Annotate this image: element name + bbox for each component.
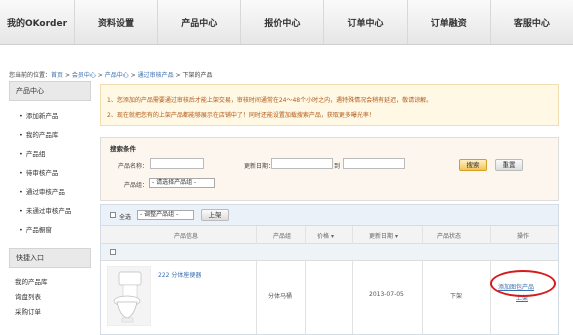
column-divider bbox=[352, 226, 353, 334]
notice-line-2: 2、现在就把您有的上架产品都能够展示在店铺中了！同时还能设置加载搜索产品，获取更… bbox=[107, 112, 375, 119]
product-group-select[interactable]: - 请选择产品组 - bbox=[149, 178, 215, 188]
update-date-label: 更新日期： bbox=[244, 163, 275, 170]
breadcrumb-current: 下架的产品 bbox=[182, 72, 213, 79]
search-panel: 搜索条件 产品名称： 更新日期： 到 产品组： - 请选择产品组 - 搜索 重置 bbox=[100, 137, 559, 201]
column-divider bbox=[305, 226, 306, 334]
date-to-label: 到 bbox=[334, 163, 341, 170]
sidebar-header: 产品中心 bbox=[9, 81, 91, 101]
product-group-label: 产品组： bbox=[124, 182, 149, 189]
sidebar-item-my-products[interactable]: 我的产品库 bbox=[19, 126, 91, 145]
toilet-product-image[interactable] bbox=[107, 266, 151, 326]
col-price[interactable]: 价格 ▾ bbox=[317, 231, 334, 240]
row-product-group: 分体马桶 bbox=[268, 293, 293, 300]
sidebar-item-rejected[interactable]: 未通过审核产品 bbox=[19, 202, 91, 221]
col-price-label: 价格 bbox=[317, 233, 330, 240]
sidebar-item-approved[interactable]: 通过审核产品 bbox=[19, 183, 91, 202]
product-name-label: 产品名称： bbox=[118, 163, 149, 170]
breadcrumb-member[interactable]: 会员中心 bbox=[72, 72, 96, 79]
sidebar-item-pending[interactable]: 待审核产品 bbox=[19, 164, 91, 183]
table-row-placeholder bbox=[101, 244, 558, 261]
row-checkbox[interactable] bbox=[110, 249, 116, 255]
quick-link-purchase-orders[interactable]: 采购订单 bbox=[15, 306, 91, 321]
nav-quote-center[interactable]: 报价中心 bbox=[241, 0, 325, 44]
nav-profile-settings[interactable]: 资料设置 bbox=[75, 0, 159, 44]
breadcrumb: 您当前的位置：首页 > 会员中心 > 产品中心 > 通过审核产品 > 下架的产品 bbox=[9, 72, 213, 79]
sidebar-item-product-groups[interactable]: 产品组 bbox=[19, 145, 91, 164]
results-table: 全选 - 调整产品组 - 上架 产品信息 产品组 价格 ▾ 更新日期 ▾ 产品状… bbox=[100, 204, 559, 335]
highlight-circle bbox=[490, 270, 556, 297]
nav-service-center[interactable]: 客服中心 bbox=[491, 0, 573, 44]
product-group-select-value: - 请选择产品组 - bbox=[152, 179, 197, 186]
search-title: 搜索条件 bbox=[110, 145, 136, 153]
breadcrumb-products[interactable]: 产品中心 bbox=[105, 72, 129, 79]
nav-my-okorder[interactable]: 我的OKorder bbox=[0, 0, 75, 44]
adjust-group-select[interactable]: - 调整产品组 - bbox=[137, 210, 194, 220]
sidebar: 产品中心 添加新产品 我的产品库 产品组 待审核产品 通过审核产品 未通过审核产… bbox=[9, 81, 91, 321]
nav-order-center[interactable]: 订单中心 bbox=[324, 0, 408, 44]
select-all-checkbox[interactable] bbox=[110, 212, 116, 218]
sidebar-item-showcase[interactable]: 产品橱窗 bbox=[19, 221, 91, 240]
col-product-info: 产品信息 bbox=[174, 233, 199, 240]
column-divider bbox=[256, 226, 257, 334]
date-from-input[interactable] bbox=[271, 158, 333, 169]
sidebar-item-add-product[interactable]: 添加新产品 bbox=[19, 107, 91, 126]
quick-links-header: 快捷入口 bbox=[9, 248, 91, 268]
results-toolbar: 全选 - 调整产品组 - 上架 bbox=[101, 205, 558, 226]
col-product-group: 产品组 bbox=[273, 233, 292, 240]
adjust-group-select-value: - 调整产品组 - bbox=[140, 211, 179, 218]
col-action: 操作 bbox=[517, 233, 530, 240]
reset-button[interactable]: 重置 bbox=[495, 159, 523, 171]
quick-link-my-products[interactable]: 我的产品库 bbox=[15, 276, 91, 291]
col-update-date[interactable]: 更新日期 ▾ bbox=[369, 231, 398, 240]
sort-down-icon: ▾ bbox=[330, 233, 334, 240]
sidebar-menu: 添加新产品 我的产品库 产品组 待审核产品 通过审核产品 未通过审核产品 产品橱… bbox=[9, 101, 91, 240]
product-name-link[interactable]: 222 分体座便器 bbox=[158, 270, 201, 279]
sort-down-icon: ▾ bbox=[394, 233, 398, 240]
row-update-date: 2013-07-05 bbox=[369, 291, 404, 298]
select-all-label: 全选 bbox=[119, 214, 132, 221]
date-to-input[interactable] bbox=[343, 158, 405, 169]
breadcrumb-approved[interactable]: 通过审核产品 bbox=[138, 72, 174, 79]
notice-line-1: 1、您添加的产品需要通过审核后才能上架交易，审核时间通常在24～48个小时之内，… bbox=[107, 97, 433, 104]
top-nav: 我的OKorder 资料设置 产品中心 报价中心 订单中心 订单融资 客服中心 bbox=[0, 0, 573, 45]
breadcrumb-prefix: 您当前的位置： bbox=[9, 72, 52, 79]
col-update-date-label: 更新日期 bbox=[369, 233, 394, 240]
search-button[interactable]: 搜索 bbox=[459, 159, 487, 171]
quick-links: 我的产品库 询盘列表 采购订单 bbox=[9, 268, 91, 321]
quick-link-inquiries[interactable]: 询盘列表 bbox=[15, 291, 91, 306]
product-name-input[interactable] bbox=[150, 158, 204, 169]
row-status: 下架 bbox=[450, 293, 463, 300]
nav-order-financing[interactable]: 订单融资 bbox=[408, 0, 491, 44]
nav-product-center[interactable]: 产品中心 bbox=[158, 0, 242, 44]
column-divider bbox=[422, 226, 423, 334]
col-status: 产品状态 bbox=[437, 233, 462, 240]
notice-box: 1、您添加的产品需要通过审核后才能上架交易，审核时间通常在24～48个小时之内，… bbox=[100, 84, 559, 126]
list-button[interactable]: 上架 bbox=[201, 209, 229, 221]
breadcrumb-home[interactable]: 首页 bbox=[51, 72, 63, 79]
